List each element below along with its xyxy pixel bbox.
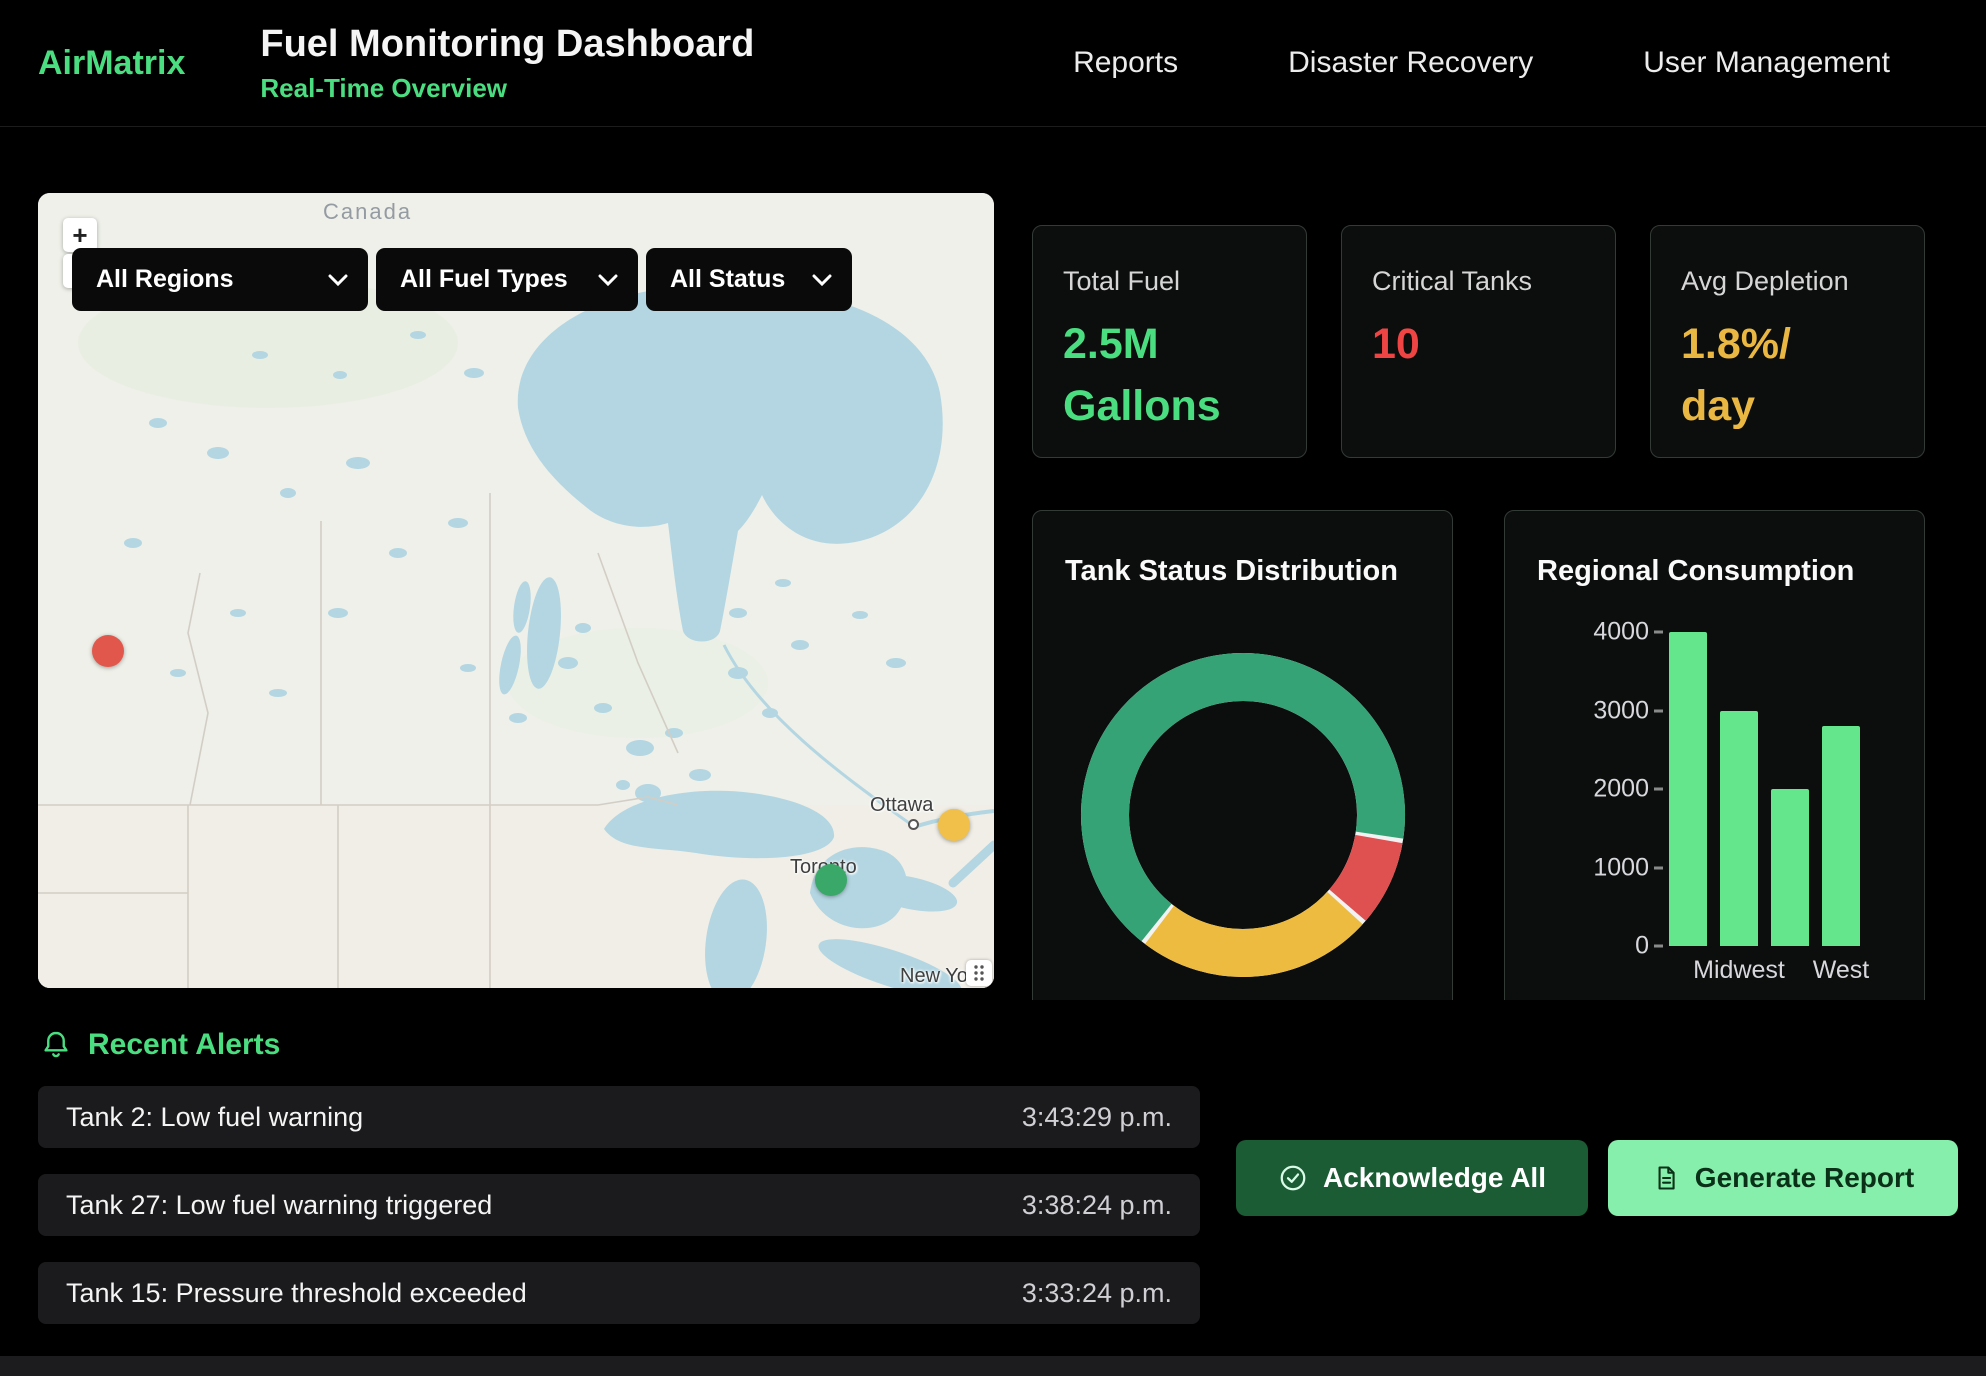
bar-West: West: [1822, 632, 1860, 946]
bar-fill: [1669, 632, 1707, 946]
grip-dots-icon: [972, 964, 986, 982]
y-axis-tick-label: 0: [1635, 932, 1649, 961]
page-subtitle: Real-Time Overview: [260, 73, 754, 104]
alert-time: 3:38:24 p.m.: [1022, 1190, 1172, 1221]
alerts-heading: Recent Alerts: [88, 1028, 280, 1062]
map-marker-warning[interactable]: [938, 809, 970, 841]
stat-value: 2.5M Gallons: [1063, 313, 1276, 438]
stat-card-total-fuel: Total Fuel 2.5M Gallons: [1032, 225, 1307, 458]
alert-row[interactable]: Tank 27: Low fuel warning triggered 3:38…: [38, 1174, 1200, 1236]
tank-status-donut-chart: [1073, 645, 1413, 985]
y-axis-tick-mark: [1654, 788, 1663, 791]
bell-icon: [40, 1029, 72, 1061]
charts-row: Tank Status Distribution Regional Consum…: [1032, 510, 1925, 1000]
alert-time: 3:33:24 p.m.: [1022, 1278, 1172, 1309]
stats-row: Total Fuel 2.5M Gallons Critical Tanks 1…: [1032, 225, 1925, 458]
stat-card-critical-tanks: Critical Tanks 10: [1341, 225, 1616, 458]
y-axis-tick-mark: [1654, 631, 1663, 634]
header: AirMatrix Fuel Monitoring Dashboard Real…: [0, 0, 1986, 127]
fuel-type-filter-label: All Fuel Types: [400, 265, 568, 294]
regional-consumption-bar-chart: MidwestWest 01000200030004000: [1669, 632, 1897, 946]
map-filters: All Regions All Fuel Types All Status: [72, 248, 852, 311]
region-filter-label: All Regions: [96, 265, 234, 294]
status-filter-label: All Status: [670, 265, 785, 294]
stat-card-avg-depletion: Avg Depletion 1.8%/ day: [1650, 225, 1925, 458]
stat-label: Avg Depletion: [1681, 266, 1894, 297]
status-filter-dropdown[interactable]: All Status: [646, 248, 852, 311]
bar-fill: [1771, 789, 1809, 946]
x-axis-tick-label: West: [1813, 956, 1870, 985]
chart-title: Tank Status Distribution: [1065, 555, 1398, 588]
y-axis-tick-mark: [1654, 945, 1663, 948]
alert-time: 3:43:29 p.m.: [1022, 1102, 1172, 1133]
alert-text: Tank 2: Low fuel warning: [66, 1102, 363, 1133]
main-nav: Reports Disaster Recovery User Managemen…: [1073, 46, 1948, 80]
generate-report-button[interactable]: Generate Report: [1608, 1140, 1958, 1216]
app-root: AirMatrix Fuel Monitoring Dashboard Real…: [0, 0, 1986, 1356]
y-axis-tick-label: 4000: [1593, 618, 1649, 647]
y-axis-tick-label: 2000: [1593, 775, 1649, 804]
stat-value: 10: [1372, 313, 1585, 375]
chevron-down-icon: [328, 274, 348, 286]
footer-strip: [0, 1356, 1986, 1376]
right-panel: Total Fuel 2.5M Gallons Critical Tanks 1…: [1032, 225, 1925, 458]
main-content: Canada Ottawa Toronto New York + − All R…: [0, 127, 1986, 1000]
map-marker-normal[interactable]: [815, 864, 847, 896]
alerts-header: Recent Alerts: [0, 1000, 1986, 1062]
generate-report-label: Generate Report: [1695, 1162, 1914, 1194]
tank-status-chart-card: Tank Status Distribution: [1032, 510, 1453, 1000]
map-label-canada: Canada: [323, 199, 412, 225]
nav-disaster-recovery[interactable]: Disaster Recovery: [1288, 46, 1533, 80]
alert-row[interactable]: Tank 2: Low fuel warning 3:43:29 p.m.: [38, 1086, 1200, 1148]
regional-consumption-chart-card: Regional Consumption Midwest West 0 1000 20…: [1504, 510, 1925, 1000]
nav-reports[interactable]: Reports: [1073, 46, 1178, 80]
bar-fill: [1720, 711, 1758, 947]
page-title: Fuel Monitoring Dashboard: [260, 23, 754, 66]
map-marker-critical[interactable]: [92, 635, 124, 667]
alert-text: Tank 27: Low fuel warning triggered: [66, 1190, 492, 1221]
nav-user-management[interactable]: User Management: [1643, 46, 1890, 80]
region-filter-dropdown[interactable]: All Regions: [72, 248, 368, 311]
y-axis-tick-mark: [1654, 709, 1663, 712]
alerts-section: Recent Alerts Tank 2: Low fuel warning 3…: [0, 1000, 1986, 1356]
acknowledge-all-button[interactable]: Acknowledge All: [1236, 1140, 1588, 1216]
bar-series-2: [1771, 632, 1809, 946]
stat-label: Total Fuel: [1063, 266, 1276, 297]
alerts-list: Tank 2: Low fuel warning 3:43:29 p.m. Ta…: [38, 1086, 1200, 1324]
alert-text: Tank 15: Pressure threshold exceeded: [66, 1278, 527, 1309]
y-axis-tick-mark: [1654, 866, 1663, 869]
chevron-down-icon: [598, 274, 618, 286]
zoom-in-button[interactable]: +: [63, 218, 97, 252]
stat-label: Critical Tanks: [1372, 266, 1585, 297]
stat-value: 1.8%/ day: [1681, 313, 1894, 438]
chevron-down-icon: [812, 274, 832, 286]
check-circle-icon: [1278, 1163, 1308, 1193]
chart-title: Regional Consumption: [1537, 555, 1854, 588]
logo[interactable]: AirMatrix: [38, 44, 185, 83]
map-label-ottawa: Ottawa: [870, 794, 933, 817]
ottawa-city-dot: [908, 819, 919, 830]
alert-row[interactable]: Tank 15: Pressure threshold exceeded 3:3…: [38, 1262, 1200, 1324]
bar-Midwest: Midwest: [1720, 632, 1758, 946]
bar-series-0: [1669, 632, 1707, 946]
map-panel[interactable]: Canada Ottawa Toronto New York + − All R…: [38, 193, 994, 988]
y-axis-tick-label: 1000: [1593, 853, 1649, 882]
acknowledge-all-label: Acknowledge All: [1323, 1162, 1546, 1194]
x-axis-tick-label: Midwest: [1693, 956, 1785, 985]
bar-fill: [1822, 726, 1860, 946]
y-axis-tick-label: 3000: [1593, 696, 1649, 725]
map-drag-handle[interactable]: [966, 960, 992, 986]
document-icon: [1652, 1164, 1680, 1192]
title-block: Fuel Monitoring Dashboard Real-Time Over…: [260, 23, 754, 104]
fuel-type-filter-dropdown[interactable]: All Fuel Types: [376, 248, 638, 311]
